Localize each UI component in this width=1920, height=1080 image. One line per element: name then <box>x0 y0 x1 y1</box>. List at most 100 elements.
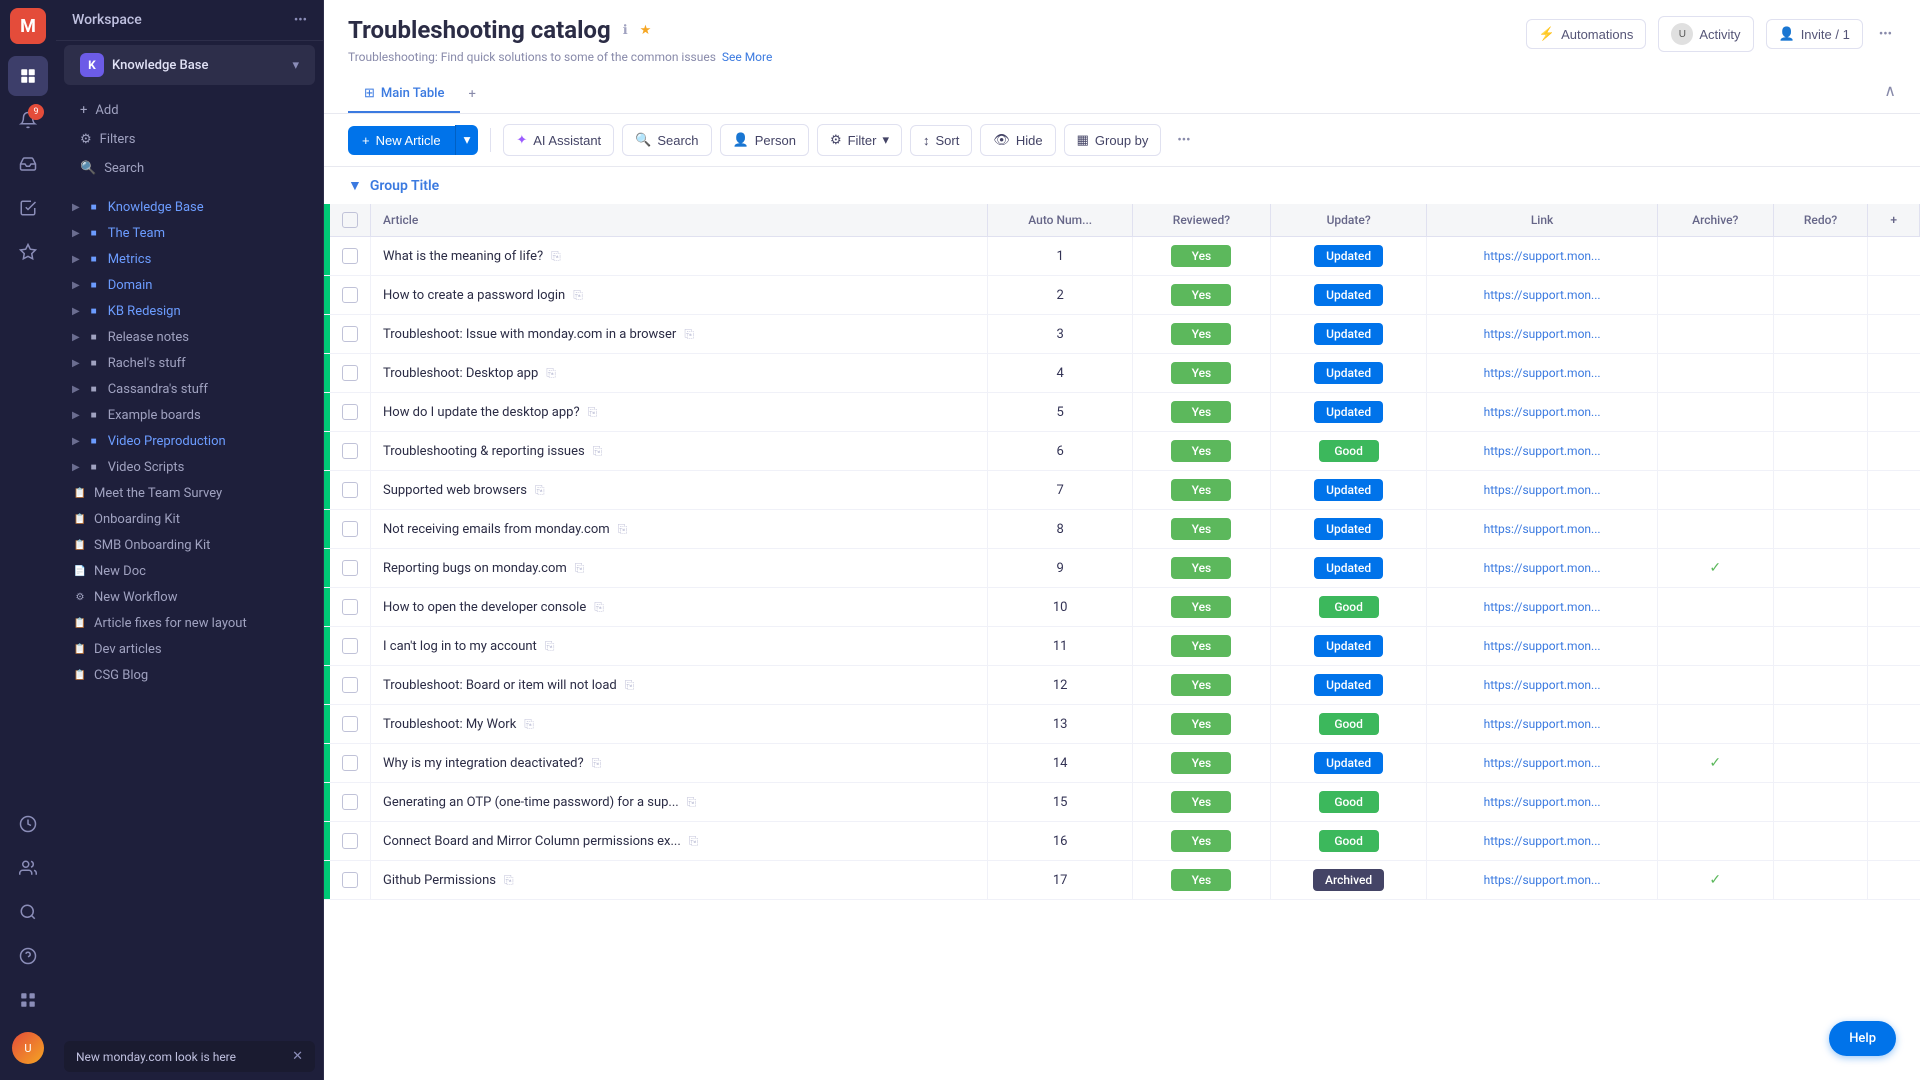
row-checkbox[interactable] <box>342 482 358 498</box>
reviewed-cell[interactable]: Yes <box>1132 783 1270 822</box>
reviewed-cell[interactable]: Yes <box>1132 588 1270 627</box>
link-value[interactable]: https://support.mon... <box>1484 834 1601 848</box>
update-cell[interactable]: Updated <box>1270 354 1426 393</box>
search-sidebar-button[interactable]: 🔍 Search <box>72 155 307 182</box>
article-cell[interactable]: Troubleshoot: My Work ⎘ <box>371 705 988 744</box>
inbox-icon[interactable] <box>8 144 48 184</box>
redo-cell[interactable] <box>1773 705 1868 744</box>
update-cell[interactable]: Good <box>1270 705 1426 744</box>
table-row[interactable]: Troubleshoot: My Work ⎘ 13 Yes Good http… <box>324 705 1920 744</box>
copy-icon[interactable]: ⎘ <box>689 834 699 849</box>
redo-cell[interactable] <box>1773 393 1868 432</box>
reviewed-cell[interactable]: Yes <box>1132 861 1270 900</box>
archive-cell[interactable] <box>1657 393 1773 432</box>
reviewed-cell[interactable]: Yes <box>1132 354 1270 393</box>
link-value[interactable]: https://support.mon... <box>1484 600 1601 614</box>
link-cell[interactable]: https://support.mon... <box>1427 393 1658 432</box>
copy-icon[interactable]: ⎘ <box>524 717 534 732</box>
table-row[interactable]: Troubleshoot: Issue with monday.com in a… <box>324 315 1920 354</box>
redo-cell[interactable] <box>1773 432 1868 471</box>
group-by-button[interactable]: ▦ Group by <box>1064 124 1162 156</box>
link-cell[interactable]: https://support.mon... <box>1427 861 1658 900</box>
table-row[interactable]: Reporting bugs on monday.com ⎘ 9 Yes Upd… <box>324 549 1920 588</box>
redo-cell[interactable] <box>1773 627 1868 666</box>
copy-icon[interactable]: ⎘ <box>551 249 561 264</box>
row-checkbox[interactable] <box>342 599 358 615</box>
copy-icon[interactable]: ⎘ <box>545 639 555 654</box>
article-cell[interactable]: Connect Board and Mirror Column permissi… <box>371 822 988 861</box>
link-cell[interactable]: https://support.mon... <box>1427 666 1658 705</box>
reviewed-cell[interactable]: Yes <box>1132 276 1270 315</box>
row-checkbox[interactable] <box>342 248 358 264</box>
archive-cell[interactable] <box>1657 237 1773 276</box>
ai-assistant-button[interactable]: ✦ AI Assistant <box>503 124 614 156</box>
nav-item-metrics[interactable]: ▶ ■ Metrics <box>64 246 315 272</box>
copy-icon[interactable]: ⎘ <box>504 873 514 888</box>
reviewed-cell[interactable]: Yes <box>1132 432 1270 471</box>
copy-icon[interactable]: ⎘ <box>618 522 628 537</box>
archive-cell[interactable] <box>1657 783 1773 822</box>
nav-item-article-fixes[interactable]: 📋 Article fixes for new layout <box>64 610 315 636</box>
table-row[interactable]: How to open the developer console ⎘ 10 Y… <box>324 588 1920 627</box>
banner-close-icon[interactable]: ✕ <box>292 1049 303 1064</box>
help-icon[interactable] <box>8 936 48 976</box>
row-checkbox[interactable] <box>342 287 358 303</box>
article-cell[interactable]: Reporting bugs on monday.com ⎘ <box>371 549 988 588</box>
archive-cell[interactable] <box>1657 432 1773 471</box>
sidebar-apps-icon[interactable] <box>8 56 48 96</box>
table-row[interactable]: How to create a password login ⎘ 2 Yes U… <box>324 276 1920 315</box>
update-cell[interactable]: Good <box>1270 432 1426 471</box>
link-value[interactable]: https://support.mon... <box>1484 288 1601 302</box>
redo-column-header[interactable]: Redo? <box>1773 204 1868 237</box>
nav-item-onboarding-kit[interactable]: 📋 Onboarding Kit <box>64 506 315 532</box>
link-cell[interactable]: https://support.mon... <box>1427 510 1658 549</box>
link-cell[interactable]: https://support.mon... <box>1427 588 1658 627</box>
see-more-link[interactable]: See More <box>722 50 772 64</box>
update-cell[interactable]: Good <box>1270 783 1426 822</box>
toolbar-more-button[interactable]: ••• <box>1169 126 1198 155</box>
redo-cell[interactable] <box>1773 783 1868 822</box>
activity-button[interactable]: U Activity <box>1658 16 1753 52</box>
new-article-button[interactable]: + New Article <box>348 126 455 155</box>
nav-item-example-boards[interactable]: ▶ ■ Example boards <box>64 402 315 428</box>
link-value[interactable]: https://support.mon... <box>1484 327 1601 341</box>
reviewed-cell[interactable]: Yes <box>1132 705 1270 744</box>
update-cell[interactable]: Updated <box>1270 393 1426 432</box>
group-collapse-button[interactable]: ▼ <box>348 177 362 194</box>
workspace-more-button[interactable]: ••• <box>294 13 307 28</box>
update-cell[interactable]: Updated <box>1270 276 1426 315</box>
nav-item-the-team[interactable]: ▶ ■ The Team <box>64 220 315 246</box>
update-cell[interactable]: Updated <box>1270 744 1426 783</box>
reviewed-cell[interactable]: Yes <box>1132 471 1270 510</box>
article-column-header[interactable]: Article <box>371 204 988 237</box>
archive-cell[interactable] <box>1657 354 1773 393</box>
redo-cell[interactable] <box>1773 549 1868 588</box>
new-article-dropdown[interactable]: ▾ <box>455 125 479 155</box>
search-global-icon[interactable] <box>8 892 48 932</box>
link-cell[interactable]: https://support.mon... <box>1427 237 1658 276</box>
copy-icon[interactable]: ⎘ <box>588 405 598 420</box>
link-cell[interactable]: https://support.mon... <box>1427 627 1658 666</box>
article-cell[interactable]: Github Permissions ⎘ <box>371 861 988 900</box>
table-row[interactable]: Why is my integration deactivated? ⎘ 14 … <box>324 744 1920 783</box>
reviewed-cell[interactable]: Yes <box>1132 822 1270 861</box>
add-button[interactable]: + Add <box>72 97 307 124</box>
update-cell[interactable]: Good <box>1270 588 1426 627</box>
star-icon[interactable]: ★ <box>640 23 652 38</box>
nav-item-domain[interactable]: ▶ ■ Domain <box>64 272 315 298</box>
reviewed-cell[interactable]: Yes <box>1132 237 1270 276</box>
redo-cell[interactable] <box>1773 744 1868 783</box>
link-value[interactable]: https://support.mon... <box>1484 522 1601 536</box>
article-cell[interactable]: What is the meaning of life? ⎘ <box>371 237 988 276</box>
header-more-button[interactable]: ••• <box>1875 23 1896 46</box>
link-value[interactable]: https://support.mon... <box>1484 249 1601 263</box>
table-row[interactable]: Troubleshoot: Board or item will not loa… <box>324 666 1920 705</box>
row-checkbox[interactable] <box>342 755 358 771</box>
archive-column-header[interactable]: Archive? <box>1657 204 1773 237</box>
nav-item-new-workflow[interactable]: ⚙ New Workflow <box>64 584 315 610</box>
update-cell[interactable]: Archived <box>1270 861 1426 900</box>
article-cell[interactable]: Troubleshoot: Desktop app ⎘ <box>371 354 988 393</box>
row-checkbox[interactable] <box>342 365 358 381</box>
app-logo[interactable]: M <box>10 8 46 44</box>
update-cell[interactable]: Updated <box>1270 510 1426 549</box>
